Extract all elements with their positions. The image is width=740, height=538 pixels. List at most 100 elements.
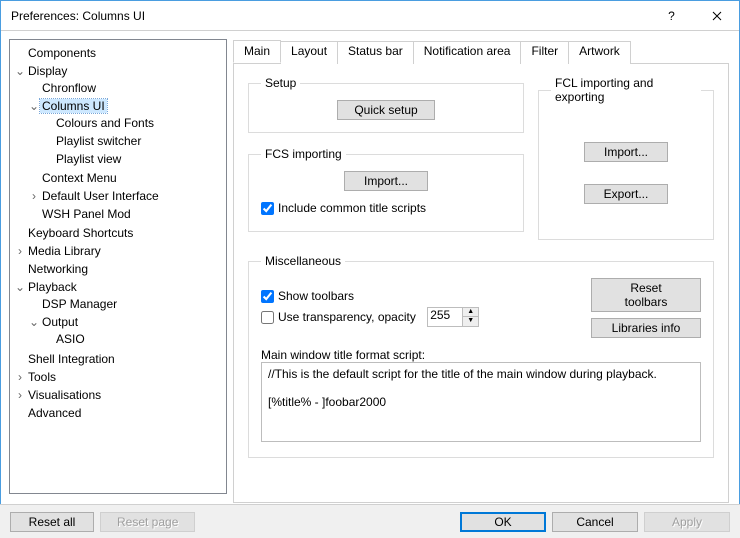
spinner-down-icon[interactable]: ▼ (463, 317, 478, 326)
fcl-export-button[interactable]: Export... (584, 184, 668, 204)
tree-item[interactable]: ›Tools (14, 368, 224, 386)
include-scripts-label: Include common title scripts (278, 201, 426, 215)
tree-item-label[interactable]: Playlist switcher (54, 134, 143, 148)
title-script-textarea[interactable] (261, 362, 701, 442)
nav-tree[interactable]: ·Components⌄Display·Chronflow⌄Columns UI… (9, 39, 227, 494)
content-area: MainLayoutStatus barNotification areaFil… (231, 31, 739, 502)
window-title: Preferences: Columns UI (11, 9, 649, 23)
close-icon (712, 11, 722, 21)
tree-item[interactable]: ⌄Columns UI·Colours and Fonts·Playlist s… (28, 97, 224, 169)
chevron-right-icon[interactable]: › (14, 243, 26, 259)
tree-item[interactable]: ·DSP Manager (28, 295, 224, 313)
show-toolbars-checkbox[interactable]: Show toolbars (261, 289, 573, 303)
dialog-footer: Reset all Reset page OK Cancel Apply (0, 504, 740, 538)
chevron-down-icon[interactable]: ⌄ (14, 63, 26, 79)
tree-item-label[interactable]: Output (40, 315, 80, 329)
tree-item[interactable]: ·Colours and Fonts (42, 114, 224, 132)
show-toolbars-label: Show toolbars (278, 289, 354, 303)
tree-item[interactable]: ·Shell Integration (14, 350, 224, 368)
tree-item[interactable]: ·Components (14, 44, 224, 62)
tree-item[interactable]: ·Playlist switcher (42, 132, 224, 150)
group-fcs: FCS importing Import... Include common t… (248, 147, 524, 232)
cancel-button[interactable]: Cancel (552, 512, 638, 532)
tree-item[interactable]: ·WSH Panel Mod (28, 205, 224, 223)
tree-item-label[interactable]: Advanced (26, 406, 83, 420)
libraries-info-button[interactable]: Libraries info (591, 318, 701, 338)
tree-item-label[interactable]: Playback (26, 280, 79, 294)
reset-page-button[interactable]: Reset page (100, 512, 195, 532)
tree-item-label[interactable]: Tools (26, 370, 58, 384)
chevron-right-icon[interactable]: › (28, 188, 40, 204)
script-label: Main window title format script: (261, 348, 701, 362)
tree-item-label[interactable]: Chronflow (40, 81, 98, 95)
group-fcl: FCL importing and exporting Import... Ex… (538, 76, 714, 240)
include-scripts-input[interactable] (261, 202, 274, 215)
tree-item-label[interactable]: Colours and Fonts (54, 116, 156, 130)
include-scripts-checkbox[interactable]: Include common title scripts (261, 201, 511, 215)
tree-item-label[interactable]: ASIO (54, 332, 87, 346)
chevron-down-icon[interactable]: ⌄ (28, 98, 40, 114)
tree-item[interactable]: ›Default User Interface (28, 187, 224, 205)
use-transparency-checkbox[interactable]: Use transparency, opacity ▲ ▼ (261, 307, 573, 327)
tree-item-label[interactable]: Keyboard Shortcuts (26, 226, 135, 240)
tab-bar: MainLayoutStatus barNotification areaFil… (233, 40, 729, 64)
tab-main[interactable]: Main (233, 40, 281, 63)
show-toolbars-input[interactable] (261, 290, 274, 303)
fcs-import-button[interactable]: Import... (344, 171, 428, 191)
spinner-up-icon[interactable]: ▲ (463, 308, 478, 317)
tab-page-main: Setup Quick setup FCS importing Import..… (233, 63, 729, 503)
use-transparency-label: Use transparency, opacity (278, 310, 416, 324)
tree-item-label[interactable]: Columns UI (40, 99, 107, 113)
tree-item[interactable]: ⌄Playback·DSP Manager⌄Output·ASIO (14, 278, 224, 350)
group-misc: Miscellaneous Show toolbars Use transpar… (248, 254, 714, 458)
chevron-down-icon[interactable]: ⌄ (28, 314, 40, 330)
tree-item[interactable]: ·Context Menu (28, 169, 224, 187)
tab-filter[interactable]: Filter (520, 41, 569, 64)
tree-item[interactable]: ·Networking (14, 260, 224, 278)
opacity-input[interactable] (428, 308, 462, 321)
tree-item-label[interactable]: Visualisations (26, 388, 103, 402)
chevron-down-icon[interactable]: ⌄ (14, 279, 26, 295)
tab-artwork[interactable]: Artwork (568, 41, 631, 64)
tree-item-label[interactable]: Context Menu (40, 171, 119, 185)
tab-notification-area[interactable]: Notification area (413, 41, 522, 64)
tree-item[interactable]: ›Visualisations (14, 386, 224, 404)
tree-item[interactable]: ·Playlist view (42, 150, 224, 168)
reset-toolbars-button[interactable]: Reset toolbars (591, 278, 701, 312)
tree-item[interactable]: ›Media Library (14, 242, 224, 260)
group-misc-legend: Miscellaneous (261, 254, 345, 268)
tree-item-label[interactable]: Media Library (26, 244, 103, 258)
reset-all-button[interactable]: Reset all (10, 512, 94, 532)
opacity-spinner[interactable]: ▲ ▼ (427, 307, 479, 327)
tree-item[interactable]: ⌄Display·Chronflow⌄Columns UI·Colours an… (14, 62, 224, 224)
group-fcl-legend: FCL importing and exporting (551, 76, 701, 104)
nav-tree-container: ·Components⌄Display·Chronflow⌄Columns UI… (1, 31, 231, 502)
group-setup: Setup Quick setup (248, 76, 524, 133)
ok-button[interactable]: OK (460, 512, 546, 532)
tree-item[interactable]: ·ASIO (42, 330, 224, 348)
tree-item-label[interactable]: Default User Interface (40, 189, 161, 203)
tab-layout[interactable]: Layout (280, 41, 338, 64)
titlebar: Preferences: Columns UI ? (1, 1, 739, 31)
tree-item[interactable]: ·Keyboard Shortcuts (14, 224, 224, 242)
fcl-import-button[interactable]: Import... (584, 142, 668, 162)
tree-item[interactable]: ·Chronflow (28, 79, 224, 97)
help-button[interactable]: ? (649, 1, 694, 31)
close-button[interactable] (694, 1, 739, 31)
tree-item[interactable]: ⌄Output·ASIO (28, 313, 224, 349)
apply-button[interactable]: Apply (644, 512, 730, 532)
tree-item-label[interactable]: Networking (26, 262, 90, 276)
quick-setup-button[interactable]: Quick setup (337, 100, 434, 120)
tree-item-label[interactable]: Display (26, 64, 69, 78)
group-fcs-legend: FCS importing (261, 147, 346, 161)
tree-item[interactable]: ·Advanced (14, 404, 224, 422)
tree-item-label[interactable]: Playlist view (54, 152, 123, 166)
tree-item-label[interactable]: DSP Manager (40, 297, 119, 311)
chevron-right-icon[interactable]: › (14, 369, 26, 385)
chevron-right-icon[interactable]: › (14, 387, 26, 403)
tree-item-label[interactable]: WSH Panel Mod (40, 207, 133, 221)
tree-item-label[interactable]: Components (26, 46, 98, 60)
tree-item-label[interactable]: Shell Integration (26, 352, 117, 366)
use-transparency-input[interactable] (261, 311, 274, 324)
tab-status-bar[interactable]: Status bar (337, 41, 414, 64)
